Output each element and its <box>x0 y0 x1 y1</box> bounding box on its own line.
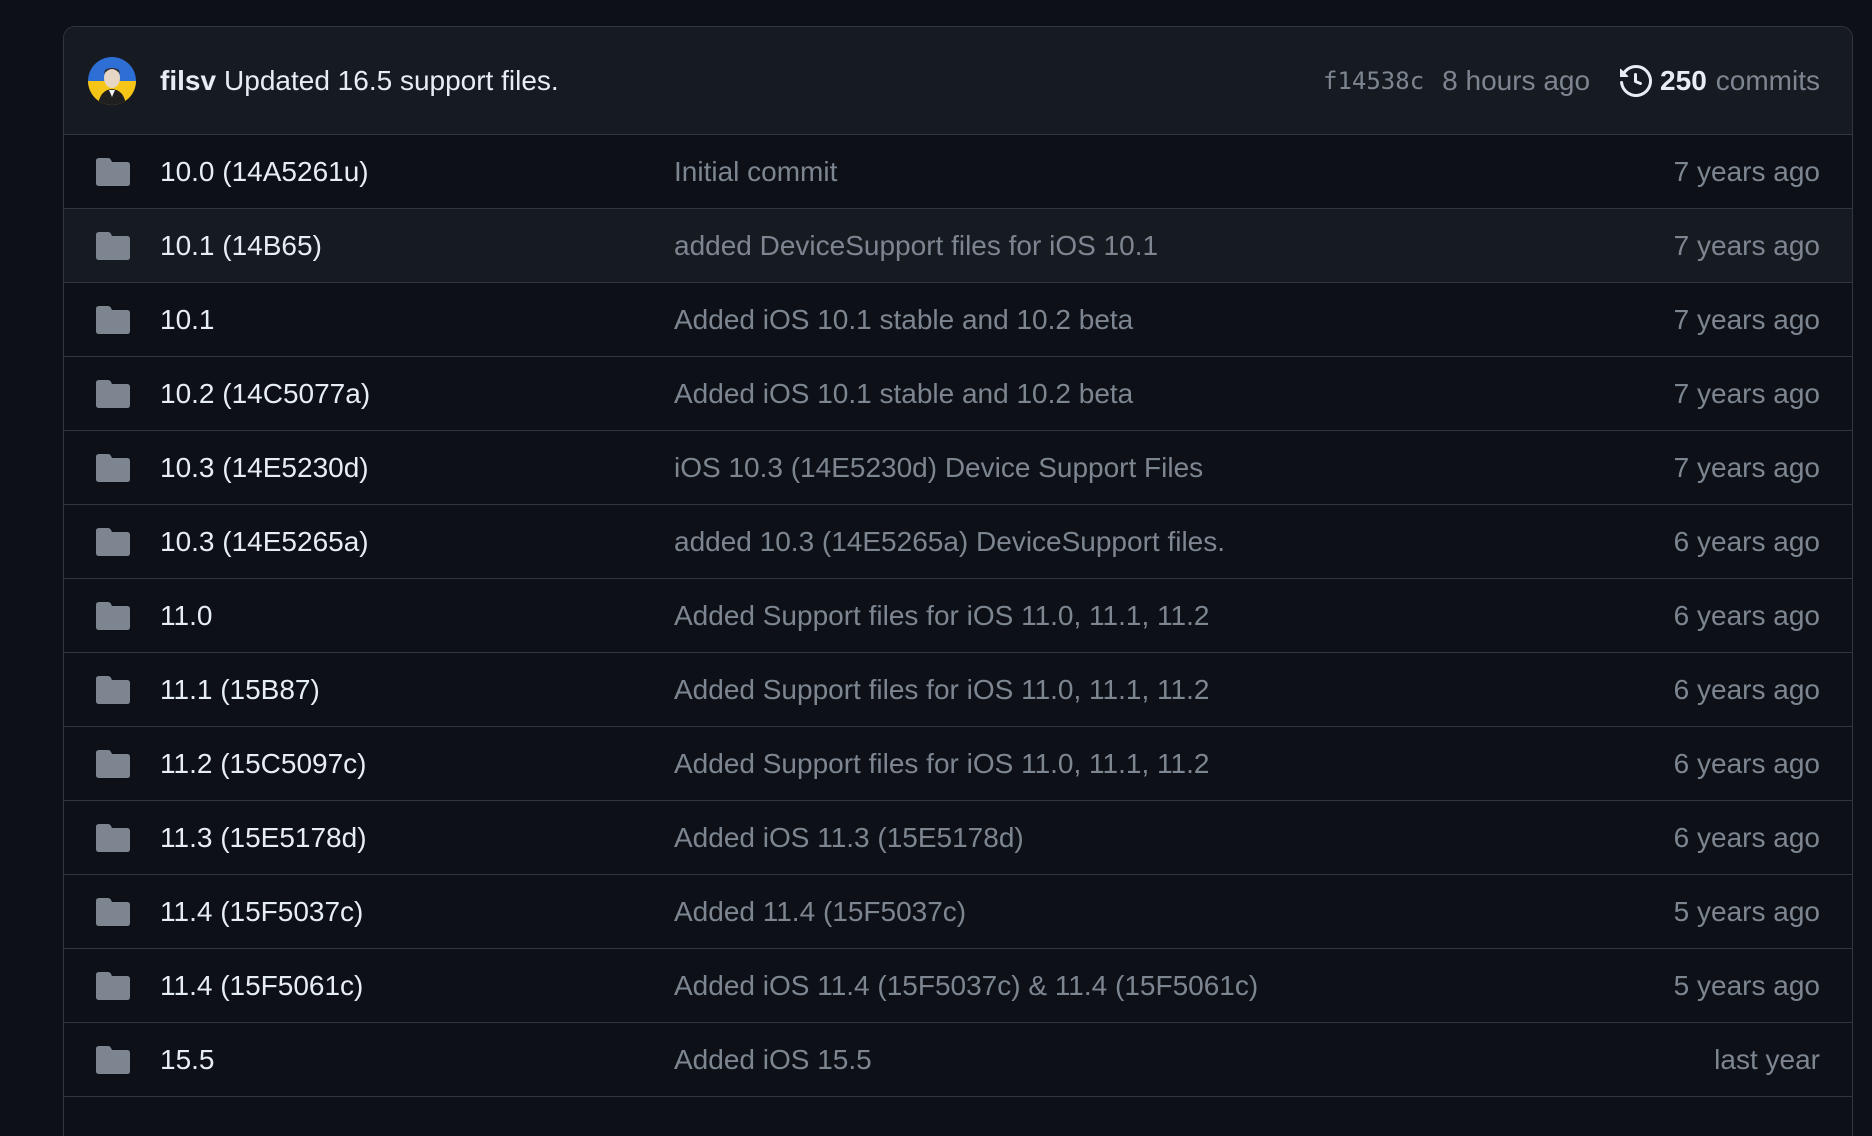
file-row[interactable]: 10.0 (14A5261u) Initial commit 7 years a… <box>64 135 1852 209</box>
file-row[interactable]: 15.5 Added iOS 15.5 last year <box>64 1023 1852 1097</box>
file-commit-message[interactable]: Added 11.4 (15F5037c) <box>674 896 1674 928</box>
file-commit-message[interactable]: Initial commit <box>674 156 1674 188</box>
file-name-link[interactable]: 10.1 (14B65) <box>160 230 674 262</box>
file-commit-message[interactable]: added 10.3 (14E5265a) DeviceSupport file… <box>674 526 1674 558</box>
file-commit-message[interactable]: Added iOS 11.4 (15F5037c) & 11.4 (15F506… <box>674 970 1674 1002</box>
file-commit-age: 6 years ago <box>1673 525 1820 557</box>
file-name-link[interactable]: 15.5 <box>160 1044 674 1076</box>
file-commit-message[interactable]: Added iOS 10.1 stable and 10.2 beta <box>674 304 1674 336</box>
file-name-link[interactable]: 10.3 (14E5265a) <box>160 526 674 558</box>
folder-icon <box>96 453 130 482</box>
commit-count-label[interactable]: commits <box>1716 65 1820 97</box>
file-name-link[interactable]: 10.0 (14A5261u) <box>160 156 674 188</box>
file-name-link[interactable]: 10.1 <box>160 304 674 336</box>
file-row[interactable]: 10.3 (14E5265a) added 10.3 (14E5265a) De… <box>64 505 1852 579</box>
file-commit-age: 7 years ago <box>1673 229 1820 261</box>
folder-icon <box>96 675 130 704</box>
history-icon[interactable] <box>1620 64 1653 97</box>
file-row[interactable]: 11.3 (15E5178d) Added iOS 11.3 (15E5178d… <box>64 801 1852 875</box>
avatar-image <box>88 56 136 105</box>
file-commit-age: 7 years ago <box>1673 155 1820 187</box>
file-commit-age: 6 years ago <box>1673 747 1820 779</box>
commit-time: 8 hours ago <box>1442 64 1591 96</box>
file-commit-message[interactable]: Added iOS 10.1 stable and 10.2 beta <box>674 378 1674 410</box>
commit-count[interactable]: 250 <box>1660 65 1707 97</box>
file-commit-message[interactable]: Added Support files for iOS 11.0, 11.1, … <box>674 674 1674 706</box>
file-commit-age: 5 years ago <box>1673 969 1820 1001</box>
file-row[interactable]: 10.2 (14C5077a) Added iOS 10.1 stable an… <box>64 357 1852 431</box>
commit-sha[interactable]: f14538c <box>1323 67 1424 95</box>
file-row[interactable]: 10.3 (14E5230d) iOS 10.3 (14E5230d) Devi… <box>64 431 1852 505</box>
file-name-link[interactable]: 11.4 (15F5061c) <box>160 970 674 1002</box>
file-commit-age: 7 years ago <box>1673 377 1820 409</box>
commit-message[interactable]: Updated 16.5 support files. <box>224 65 559 97</box>
file-name-link[interactable]: 11.3 (15E5178d) <box>160 822 674 854</box>
folder-icon <box>96 231 130 260</box>
file-commit-age: 7 years ago <box>1673 303 1820 335</box>
file-name-link[interactable]: 11.4 (15F5037c) <box>160 896 674 928</box>
file-row[interactable]: 11.1 (15B87) Added Support files for iOS… <box>64 653 1852 727</box>
file-commit-age: last year <box>1714 1043 1820 1075</box>
folder-icon <box>96 971 130 1000</box>
folder-icon <box>96 527 130 556</box>
file-name-link[interactable]: 11.2 (15C5097c) <box>160 748 674 780</box>
file-commit-message[interactable]: Added Support files for iOS 11.0, 11.1, … <box>674 748 1674 780</box>
file-rows: 10.0 (14A5261u) Initial commit 7 years a… <box>64 135 1852 1097</box>
folder-icon <box>96 1045 130 1074</box>
file-commit-age: 7 years ago <box>1673 451 1820 483</box>
folder-icon <box>96 157 130 186</box>
folder-icon <box>96 823 130 852</box>
file-list-panel: filsv Updated 16.5 support files. f14538… <box>63 26 1853 1136</box>
user-avatar[interactable] <box>88 56 136 105</box>
file-row[interactable]: 10.1 (14B65) added DeviceSupport files f… <box>64 209 1852 283</box>
file-row[interactable]: 11.2 (15C5097c) Added Support files for … <box>64 727 1852 801</box>
file-name-link[interactable]: 10.3 (14E5230d) <box>160 452 674 484</box>
file-commit-message[interactable]: added DeviceSupport files for iOS 10.1 <box>674 230 1674 262</box>
folder-icon <box>96 601 130 630</box>
folder-icon <box>96 897 130 926</box>
file-commit-message[interactable]: iOS 10.3 (14E5230d) Device Support Files <box>674 452 1674 484</box>
file-row[interactable]: 11.0 Added Support files for iOS 11.0, 1… <box>64 579 1852 653</box>
file-row[interactable]: 11.4 (15F5037c) Added 11.4 (15F5037c) 5 … <box>64 875 1852 949</box>
commit-author[interactable]: filsv <box>160 65 216 97</box>
file-name-link[interactable]: 11.1 (15B87) <box>160 674 674 706</box>
file-commit-age: 5 years ago <box>1673 895 1820 927</box>
file-name-link[interactable]: 10.2 (14C5077a) <box>160 378 674 410</box>
latest-commit-bar: filsv Updated 16.5 support files. f14538… <box>64 27 1852 135</box>
folder-icon <box>96 749 130 778</box>
file-name-link[interactable]: 11.0 <box>160 600 674 632</box>
file-commit-age: 6 years ago <box>1673 599 1820 631</box>
file-commit-message[interactable]: Added iOS 11.3 (15E5178d) <box>674 822 1674 854</box>
file-commit-message[interactable]: Added iOS 15.5 <box>674 1044 1714 1076</box>
file-row[interactable]: 10.1 Added iOS 10.1 stable and 10.2 beta… <box>64 283 1852 357</box>
folder-icon <box>96 379 130 408</box>
file-commit-age: 6 years ago <box>1673 821 1820 853</box>
file-commit-age: 6 years ago <box>1673 673 1820 705</box>
file-commit-message[interactable]: Added Support files for iOS 11.0, 11.1, … <box>674 600 1674 632</box>
file-row[interactable]: 11.4 (15F5061c) Added iOS 11.4 (15F5037c… <box>64 949 1852 1023</box>
folder-icon <box>96 305 130 334</box>
